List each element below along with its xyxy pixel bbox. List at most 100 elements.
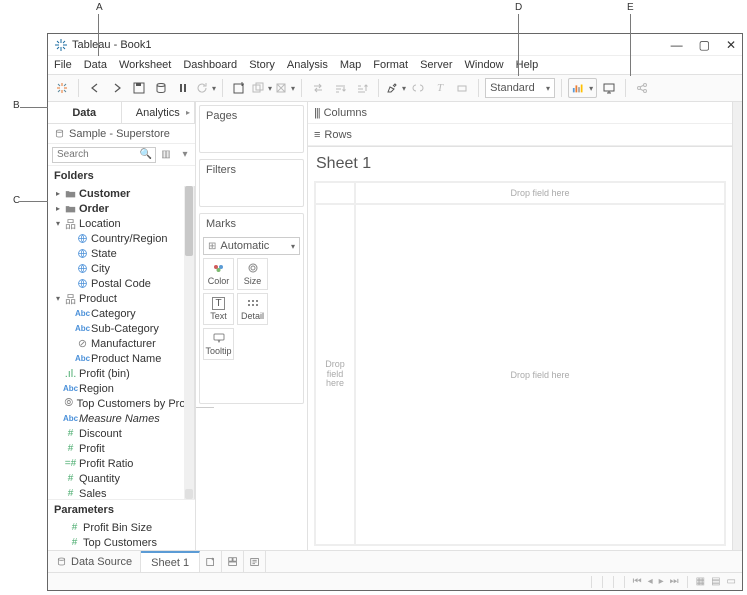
field-profit[interactable]: #Profit <box>48 441 194 456</box>
view-slides-icon[interactable]: ▭ <box>727 576 736 587</box>
tab-data[interactable]: Data <box>48 102 122 123</box>
group-button[interactable] <box>408 78 428 98</box>
field-city[interactable]: City <box>48 261 194 276</box>
field-country-region[interactable]: Country/Region <box>48 231 194 246</box>
field-product-name[interactable]: AbcProduct Name <box>48 351 194 366</box>
param-profit-bin-size[interactable]: #Profit Bin Size <box>48 520 195 535</box>
status-bar: ⏮ ◂ ▸ ⏭ ▦ ▤ ▭ <box>48 572 742 590</box>
mark-text-button[interactable]: TText <box>203 293 234 325</box>
param-top-customers[interactable]: #Top Customers <box>48 535 195 550</box>
highlight-button[interactable]: ▾ <box>385 78 406 98</box>
view-filmstrip-icon[interactable]: ▤ <box>711 576 720 587</box>
mark-tooltip-button[interactable]: Tooltip <box>203 328 234 360</box>
new-worksheet-tab-button[interactable] <box>200 551 222 572</box>
menu-server[interactable]: Server <box>420 59 452 71</box>
drop-columns-target[interactable]: Drop field here <box>355 182 725 204</box>
menu-story[interactable]: Story <box>249 59 275 71</box>
tree-scrollbar[interactable] <box>184 186 194 499</box>
window-maximize-button[interactable]: ▢ <box>699 38 710 52</box>
save-button[interactable] <box>129 78 149 98</box>
view-menu-button[interactable]: ▾ <box>179 149 191 160</box>
drop-rows-target[interactable]: Drop field here <box>315 204 355 545</box>
field-location[interactable]: ▾品Location <box>48 216 194 231</box>
new-dashboard-tab-button[interactable] <box>222 551 244 572</box>
menu-data[interactable]: Data <box>84 59 107 71</box>
sort-desc-button[interactable] <box>352 78 372 98</box>
totals-button[interactable]: T <box>430 78 450 98</box>
mark-type-selector[interactable]: ⊞ Automatic ▾ <box>203 237 300 255</box>
fit-selector[interactable]: Standard▾ <box>485 78 555 98</box>
filters-shelf[interactable]: Filters <box>199 159 304 207</box>
annotation-e: E <box>627 2 634 13</box>
tab-analytics[interactable]: Analytics▸ <box>122 102 196 123</box>
rows-shelf[interactable]: ≡Rows <box>308 124 732 146</box>
mark-detail-button[interactable]: Detail <box>237 293 268 325</box>
new-datasource-button[interactable] <box>151 78 171 98</box>
sheet-title[interactable]: Sheet 1 <box>314 151 726 181</box>
menu-format[interactable]: Format <box>373 59 408 71</box>
num-icon: # <box>65 428 76 439</box>
labels-button[interactable] <box>452 78 472 98</box>
field-state[interactable]: State <box>48 246 194 261</box>
view-tabs-icon[interactable]: ▦ <box>696 576 705 587</box>
drop-corner[interactable] <box>315 182 355 204</box>
field-top-customers-by-profit[interactable]: ⦾Top Customers by Profit <box>48 396 194 411</box>
swap-button[interactable] <box>308 78 328 98</box>
pages-shelf[interactable]: Pages <box>199 105 304 153</box>
new-worksheet-button[interactable] <box>229 78 249 98</box>
tree-scrollbar-thumb[interactable] <box>185 186 193 256</box>
menu-analysis[interactable]: Analysis <box>287 59 328 71</box>
field-discount[interactable]: #Discount <box>48 426 194 441</box>
nav-last-icon[interactable]: ⏭ <box>670 576 679 587</box>
data-source-tab[interactable]: Data Source <box>48 551 141 572</box>
menu-map[interactable]: Map <box>340 59 361 71</box>
mark-size-button[interactable]: Size <box>237 258 268 290</box>
field-manufacturer[interactable]: ⊘Manufacturer <box>48 336 194 351</box>
connection-item[interactable]: Sample - Superstore <box>48 124 195 144</box>
field-quantity[interactable]: #Quantity <box>48 471 194 486</box>
pause-updates-button[interactable] <box>173 78 193 98</box>
menu-window[interactable]: Window <box>465 59 504 71</box>
globe-icon <box>77 263 88 274</box>
field-measure-names[interactable]: AbcMeasure Names <box>48 411 194 426</box>
menu-file[interactable]: File <box>54 59 72 71</box>
annotation-a: A <box>96 2 103 13</box>
menu-help[interactable]: Help <box>516 59 539 71</box>
field-region[interactable]: AbcRegion <box>48 381 194 396</box>
right-scrollbar[interactable] <box>732 102 742 550</box>
columns-shelf[interactable]: |||Columns <box>308 102 732 124</box>
mark-color-button[interactable]: Color <box>203 258 234 290</box>
duplicate-button[interactable]: ▾ <box>251 78 272 98</box>
field-customer[interactable]: ▸Customer <box>48 186 194 201</box>
window-close-button[interactable]: ✕ <box>726 38 736 52</box>
tableau-icon[interactable] <box>52 78 72 98</box>
sort-asc-button[interactable] <box>330 78 350 98</box>
nav-first-icon[interactable]: ⏮ <box>633 576 642 587</box>
view-toggle-button[interactable]: ▥ <box>160 149 172 160</box>
field-profit-ratio[interactable]: =#Profit Ratio <box>48 456 194 471</box>
field-sub-category[interactable]: AbcSub-Category <box>48 321 194 336</box>
field-order[interactable]: ▸Order <box>48 201 194 216</box>
clear-button[interactable]: ▾ <box>274 78 295 98</box>
field-profit-bin-[interactable]: .ıl.Profit (bin) <box>48 366 194 381</box>
menu-dashboard[interactable]: Dashboard <box>183 59 237 71</box>
show-me-button[interactable]: ▾ <box>568 78 597 98</box>
annotation-c: C <box>13 195 20 206</box>
drop-main-target[interactable]: Drop field here <box>355 204 725 545</box>
window-minimize-button[interactable]: — <box>671 38 683 52</box>
new-story-tab-button[interactable] <box>244 551 266 572</box>
field-sales[interactable]: #Sales <box>48 486 194 499</box>
sheet-tab-1[interactable]: Sheet 1 <box>141 551 200 572</box>
field-category[interactable]: AbcCategory <box>48 306 194 321</box>
menu-worksheet[interactable]: Worksheet <box>119 59 171 71</box>
redo-button[interactable] <box>107 78 127 98</box>
field-postal-code[interactable]: Postal Code <box>48 276 194 291</box>
nav-prev-icon[interactable]: ◂ <box>648 576 653 587</box>
nav-next-icon[interactable]: ▸ <box>659 576 664 587</box>
presentation-button[interactable] <box>599 78 619 98</box>
share-button[interactable] <box>632 78 652 98</box>
undo-button[interactable] <box>85 78 105 98</box>
field-product[interactable]: ▾品Product <box>48 291 194 306</box>
shelves-resizer[interactable] <box>196 407 214 413</box>
refresh-button[interactable]: ▾ <box>195 78 216 98</box>
